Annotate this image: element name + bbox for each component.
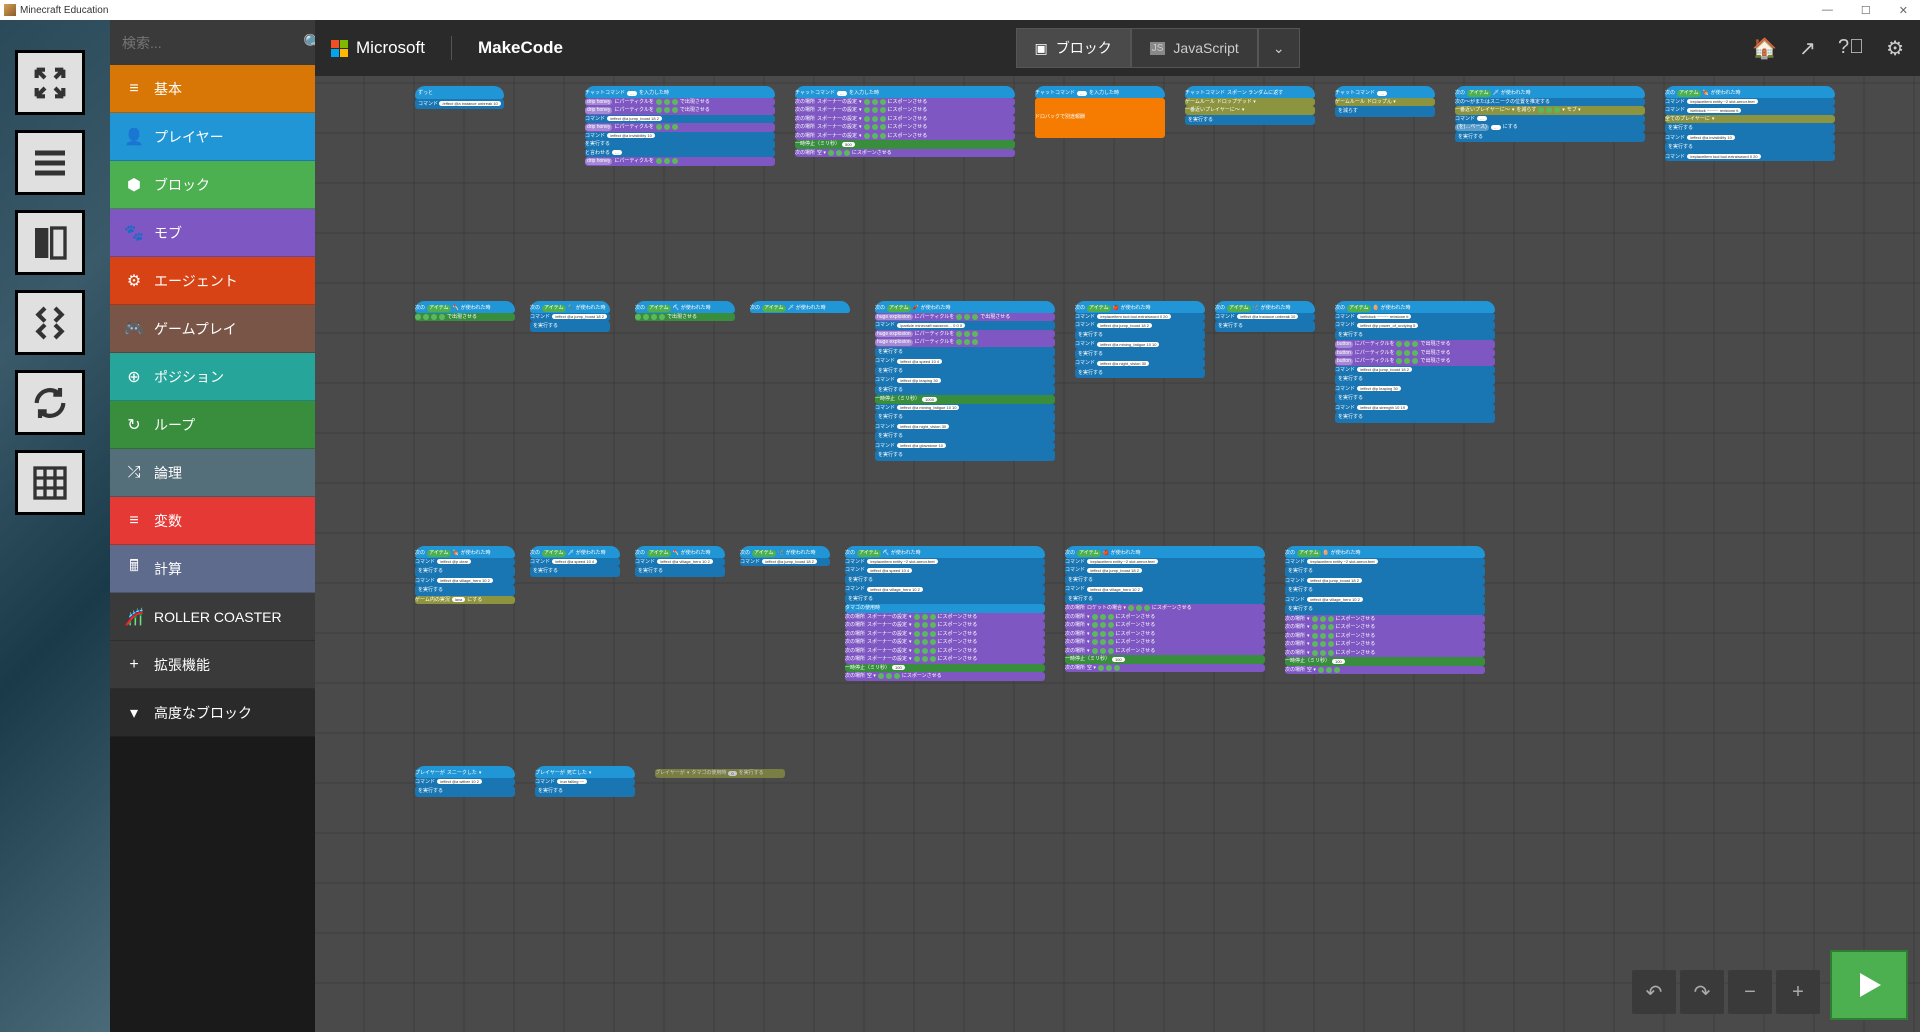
play-button[interactable] — [1830, 950, 1908, 1020]
block-group-spawner1[interactable]: チャットコマンド … を入力した時 次の場所 スポーナーの設定 ▾ にスポーンさ… — [795, 86, 1015, 157]
zoom-in-button[interactable]: + — [1776, 970, 1820, 1014]
rollercoaster-icon: 🎢 — [124, 607, 144, 627]
basic-icon: ≡ — [124, 80, 144, 98]
canvas-controls: ↶ ↷ − + — [1632, 970, 1820, 1014]
split-view-button[interactable] — [15, 210, 85, 275]
player-icon: 👤 — [124, 127, 144, 147]
extensions-icon: + — [124, 656, 144, 674]
home-icon[interactable]: 🏠 — [1752, 36, 1777, 61]
close-button[interactable]: ✕ — [1891, 4, 1916, 17]
window-title: Minecraft Education — [20, 5, 108, 16]
collapse-button[interactable] — [15, 290, 85, 355]
chevron-down-icon: ⌄ — [1273, 40, 1285, 57]
app-icon — [4, 4, 16, 16]
block-group-r2-3[interactable]: 次の アイテム ⛏ が使われた時 で出現させる — [635, 301, 735, 321]
gameplay-icon: 🎮 — [124, 319, 144, 339]
block-group-r2-6[interactable]: 次の アイテム 🍎 が使われた時 コマンド /replaceitem tool.… — [1075, 301, 1205, 378]
zoom-out-button[interactable]: − — [1728, 970, 1772, 1014]
help-icon[interactable]: ?⃝ — [1838, 36, 1864, 61]
left-toolbar — [0, 20, 110, 1032]
category-agent[interactable]: ⚙エージェント — [110, 257, 315, 305]
menu-button[interactable] — [15, 130, 85, 195]
advanced-icon: ▾ — [124, 703, 144, 723]
tab-javascript[interactable]: JSJavaScript — [1131, 28, 1258, 68]
window-titlebar: Minecraft Education — ☐ ✕ — [0, 0, 1920, 20]
share-icon[interactable]: ↗ — [1799, 36, 1816, 61]
block-group-r3-1[interactable]: 次の アイテム 🍖 が使われた時 コマンド /effect @p clear を… — [415, 546, 515, 604]
block-group-player-sneak[interactable]: プレイヤーが スニークした ▾ コマンド /effect @a wither 1… — [415, 766, 515, 797]
search-input[interactable] — [122, 35, 303, 51]
category-mobs[interactable]: 🐾モブ — [110, 209, 315, 257]
settings-icon[interactable]: ⚙ — [1886, 36, 1904, 61]
block-group-r3-4[interactable]: 次の アイテム 🏹 が使われた時 コマンド /effect @a jump_bo… — [740, 546, 830, 566]
search-box[interactable]: 🔍 — [110, 20, 315, 65]
category-blocks[interactable]: ⬢ブロック — [110, 161, 315, 209]
variables-icon: ≡ — [124, 512, 144, 530]
category-math[interactable]: 🖩計算 — [110, 545, 315, 593]
block-group-r2-8[interactable]: 次の アイテム 🥚 が使われた時 コマンド /setblock ~~~~~ re… — [1335, 301, 1495, 423]
topbar: Microsoft MakeCode ▣ブロック JSJavaScript ⌄ … — [315, 20, 1920, 76]
microsoft-logo-icon — [331, 40, 348, 57]
block-group-r2-4[interactable]: 次の アイテム 🗡 が使われた時 — [750, 301, 850, 313]
category-advanced[interactable]: ▾高度なブロック — [110, 689, 315, 737]
block-group-r2-2[interactable]: 次の アイテム 🔨 が使われた時 コマンド /effect @a jump_bo… — [530, 301, 610, 332]
minimize-button[interactable]: — — [1814, 4, 1841, 17]
block-group-explosion[interactable]: 次の アイテム 🧨 が使われた時 huge explosion にパーティクルを… — [875, 301, 1055, 461]
block-group-gamerule2[interactable]: チャットコマンド … ゲームルール ドロップん ▾ を減らす — [1335, 86, 1435, 117]
tab-dropdown[interactable]: ⌄ — [1258, 28, 1300, 68]
refresh-button[interactable] — [15, 370, 85, 435]
window-controls: — ☐ ✕ — [1814, 4, 1916, 17]
category-position[interactable]: ⊕ポジション — [110, 353, 315, 401]
block-group-item-top[interactable]: 次の アイテム 🗡 が使われた時 次の～がまたはスニークの位置を推定する 一番近… — [1455, 86, 1645, 142]
block-group-r3-6[interactable]: 次の アイテム 🍎 が使われた時 コマンド /replaceitem entit… — [1065, 546, 1265, 672]
block-group-r2-7[interactable]: 次の アイテム 🏹 が使われた時 コマンド /effect @a instanc… — [1215, 301, 1315, 332]
tab-blocks[interactable]: ▣ブロック — [1016, 28, 1131, 68]
block-group-r3-5[interactable]: 次の アイテム ⛏ が使われた時 コマンド /replaceitem entit… — [845, 546, 1045, 681]
js-icon: JS — [1150, 42, 1166, 55]
mobs-icon: 🐾 — [124, 223, 144, 243]
redo-button[interactable]: ↷ — [1680, 970, 1724, 1014]
category-variables[interactable]: ≡変数 — [110, 497, 315, 545]
blocks-icon: ▣ — [1035, 40, 1048, 57]
category-basic[interactable]: ≡基本 — [110, 65, 315, 113]
block-group-orange[interactable]: チャットコマンド … を入力した時 ドロバックで別途報酬 — [1035, 86, 1165, 138]
block-group-r3-2[interactable]: 次の アイテム 🗡 が使われた時 コマンド /effect @a speed 1… — [530, 546, 620, 577]
maximize-button[interactable]: ☐ — [1853, 4, 1879, 17]
category-sidebar: 🔍 ≡基本👤プレイヤー⬢ブロック🐾モブ⚙エージェント🎮ゲームプレイ⊕ポジション↻… — [110, 20, 315, 1032]
block-group-r2-1[interactable]: 次の アイテム 🪓 が使われた時 で出現させる — [415, 301, 515, 321]
block-group-r3-3[interactable]: 次の アイテム 🪓 が使われた時 コマンド /effect @a village… — [635, 546, 725, 577]
block-group-r3-7[interactable]: 次の アイテム 🥚 が使われた時 コマンド /replaceitem entit… — [1285, 546, 1485, 674]
category-player[interactable]: 👤プレイヤー — [110, 113, 315, 161]
category-rollercoaster[interactable]: 🎢ROLLER COASTER — [110, 593, 315, 641]
block-group-gamerule[interactable]: チャットコマンド スポーン ランダムに返す ゲームルール ドロップデッド ▾ 一… — [1185, 86, 1315, 125]
math-icon: 🖩 — [124, 555, 144, 582]
block-group-player-died[interactable]: プレイヤーが 死亡した ▾ コマンド /run falling ~~ を実行する — [535, 766, 635, 797]
block-group-forever[interactable]: ずっと コマンド /effect @a instance unbreak 10 — [415, 86, 504, 109]
loops-icon: ↻ — [124, 415, 144, 435]
position-icon: ⊕ — [124, 367, 144, 387]
category-gameplay[interactable]: 🎮ゲームプレイ — [110, 305, 315, 353]
category-loops[interactable]: ↻ループ — [110, 401, 315, 449]
grid-button[interactable] — [15, 450, 85, 515]
agent-icon: ⚙ — [124, 271, 144, 291]
blocks-icon: ⬢ — [124, 175, 144, 195]
block-group-player-walk[interactable]: プレイヤーが ▾ タマゴの使用時 0 を実行する — [655, 769, 785, 778]
block-group-item-top2[interactable]: 次の アイテム 🍖 が使われた時 コマンド /replaceitem entit… — [1665, 86, 1835, 161]
editor: Microsoft MakeCode ▣ブロック JSJavaScript ⌄ … — [315, 20, 1920, 1032]
code-canvas[interactable]: ずっと コマンド /effect @a instance unbreak 10 … — [315, 76, 1920, 1032]
category-extensions[interactable]: +拡張機能 — [110, 641, 315, 689]
logic-icon: ⤮ — [124, 464, 144, 482]
category-logic[interactable]: ⤮論理 — [110, 449, 315, 497]
block-group-chat1[interactable]: チャットコマンド … を入力した時 drip honey にパーティクルを で出… — [585, 86, 775, 166]
logo[interactable]: Microsoft MakeCode — [331, 36, 563, 60]
fullscreen-button[interactable] — [15, 50, 85, 115]
undo-button[interactable]: ↶ — [1632, 970, 1676, 1014]
